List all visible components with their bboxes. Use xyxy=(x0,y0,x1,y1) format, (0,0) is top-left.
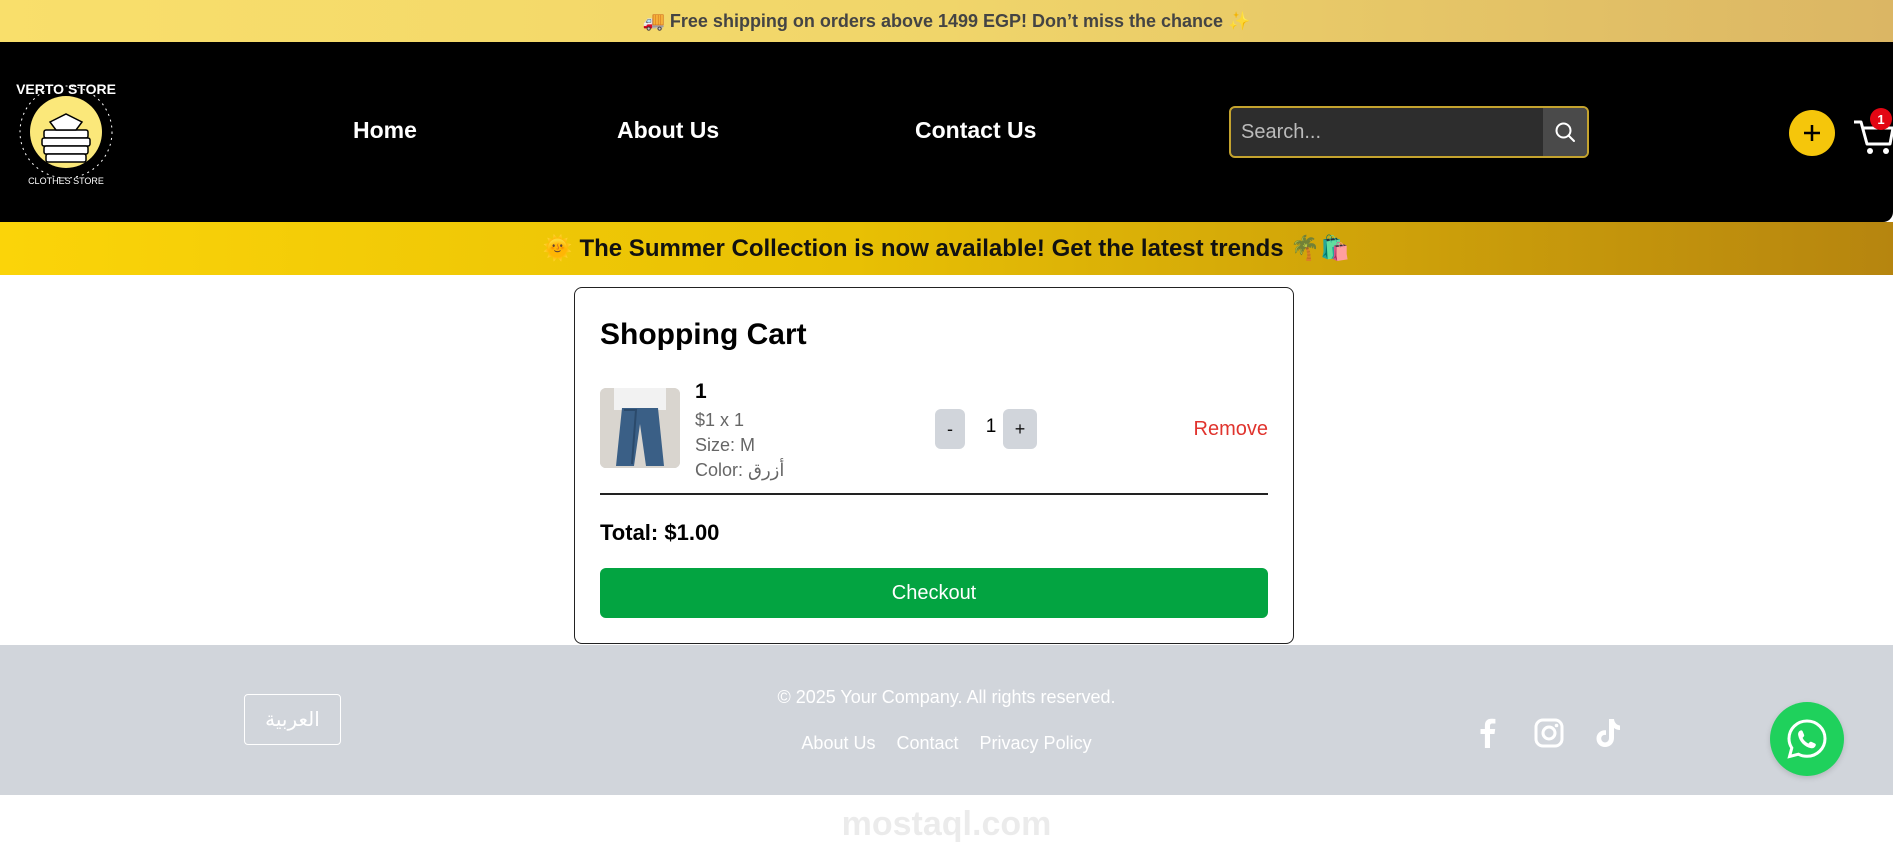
store-logo[interactable]: VERTO STORE CLOTHES STORE xyxy=(6,72,126,192)
nav-about-us[interactable]: About Us xyxy=(617,117,719,144)
search-icon xyxy=(1555,122,1575,142)
instagram-icon[interactable] xyxy=(1532,716,1566,750)
svg-text:VERTO STORE: VERTO STORE xyxy=(16,81,116,97)
cart-title: Shopping Cart xyxy=(600,318,807,351)
tiktok-icon[interactable] xyxy=(1591,716,1625,750)
promo-bar: 🚚 Free shipping on orders above 1499 EGP… xyxy=(0,0,1893,42)
item-price: $1 x 1 xyxy=(695,410,745,430)
item-size: Size: M xyxy=(695,435,756,455)
header: VERTO STORE CLOTHES STORE Home About Us … xyxy=(0,42,1893,222)
facebook-icon[interactable] xyxy=(1471,716,1505,750)
item-color: Color: أزرق xyxy=(695,460,785,480)
search-button[interactable] xyxy=(1543,108,1587,156)
remove-item-button[interactable]: Remove xyxy=(1194,418,1268,441)
whatsapp-icon xyxy=(1787,719,1827,759)
shopping-cart-card: Shopping Cart 1 $1 x 1 Size: M Color: أز… xyxy=(574,287,1294,644)
quantity-value: 1 xyxy=(985,416,997,437)
search-box xyxy=(1229,106,1589,158)
summer-banner: 🌞 The Summer Collection is now available… xyxy=(0,222,1893,275)
search-input[interactable] xyxy=(1231,108,1543,156)
product-thumbnail xyxy=(600,388,680,468)
divider xyxy=(600,493,1268,495)
footer-link-about-us[interactable]: About Us xyxy=(801,733,875,753)
watermark: mostaql.com xyxy=(841,805,1052,842)
cart-total: Total: $1.00 xyxy=(600,520,720,545)
banner-text: 🌞 The Summer Collection is now available… xyxy=(542,235,1351,262)
nav-home[interactable]: Home xyxy=(353,117,417,144)
plus-icon xyxy=(1804,125,1820,141)
item-name: 1 xyxy=(695,380,707,403)
footer: العربية © 2025 Your Company. All rights … xyxy=(0,645,1893,795)
promo-text: 🚚 Free shipping on orders above 1499 EGP… xyxy=(642,10,1251,31)
nav-contact-us[interactable]: Contact Us xyxy=(915,117,1036,144)
footer-link-privacy-policy[interactable]: Privacy Policy xyxy=(980,733,1092,753)
quantity-increase-button[interactable]: + xyxy=(1003,409,1037,449)
cart-count-badge: 1 xyxy=(1870,108,1892,130)
whatsapp-button[interactable] xyxy=(1770,702,1844,776)
svg-text:CLOTHES STORE: CLOTHES STORE xyxy=(28,176,104,186)
quantity-decrease-button[interactable]: - xyxy=(935,409,965,449)
checkout-button[interactable]: Checkout xyxy=(600,568,1268,618)
footer-link-contact[interactable]: Contact xyxy=(896,733,958,753)
add-button[interactable] xyxy=(1789,110,1835,156)
copyright-text: © 2025 Your Company. All rights reserved… xyxy=(777,687,1116,707)
